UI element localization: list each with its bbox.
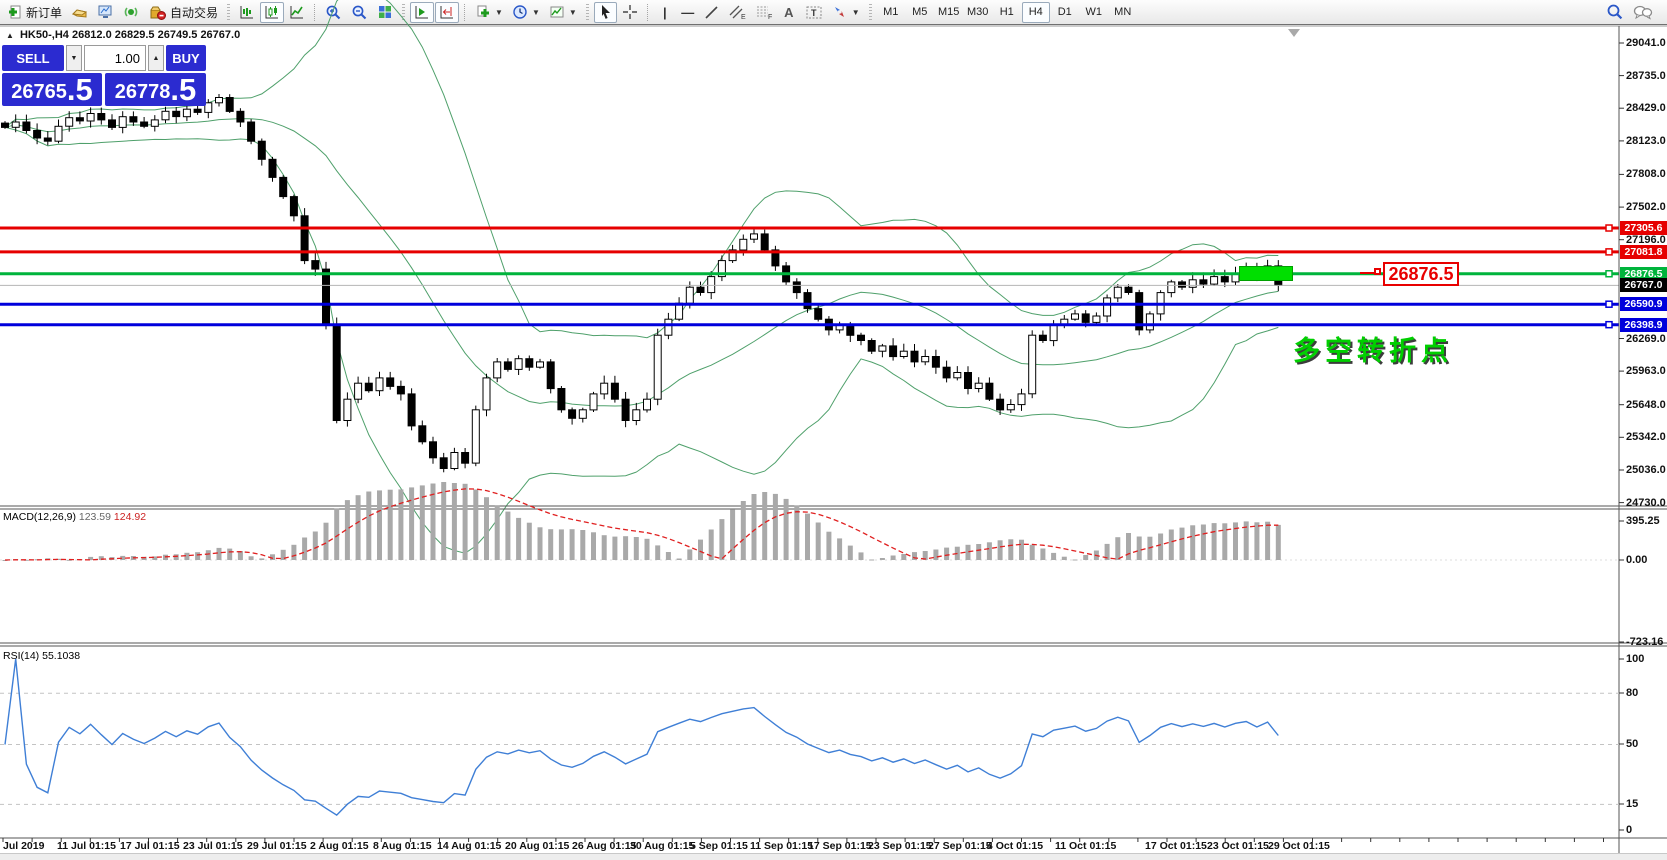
time-axis-label: 17 Jul 01:15 [120,840,180,852]
price-marker-label: 27305.6 [1620,221,1667,235]
indicator-axis-label: 80 [1626,687,1638,699]
price-marker-label: 26767.0 [1620,278,1667,292]
price-axis-label: 28429.0 [1626,102,1666,114]
chart-close: 26767.0 [200,29,240,41]
price-axis-label: 24730.0 [1626,497,1666,509]
time-axis-label: 17 Oct 01:15 [1145,840,1207,852]
chart-open: 26812.0 [72,29,112,41]
time-axis-label: 23 Sep 01:15 [868,840,932,852]
sell-price-button[interactable]: 26765.5 [2,73,102,106]
chart-low: 26749.5 [158,29,198,41]
price-axis-label: 29041.0 [1626,37,1666,49]
triangle-down-icon: ▼ [71,55,78,62]
price-callout-label: 26876.5 [1383,262,1459,286]
rsi-label: RSI(14) 55.1038 [3,650,80,662]
time-axis-label: 11 Jul 01:15 [57,840,116,852]
time-axis-label: 20 Aug 01:15 [505,840,569,852]
time-axis-label: 29 Oct 01:15 [1268,840,1330,852]
rsi-name: RSI(14) [3,650,39,662]
indicator-axis-label: 0 [1626,824,1632,836]
highlight-zone [1239,266,1293,281]
time-axis-label: 27 Sep 01:15 [928,840,992,852]
window-bottom-strip [0,853,1667,860]
callout-anchor [1374,268,1381,275]
volume-increase-button[interactable]: ▲ [148,45,164,71]
price-axis-label: 25963.0 [1626,365,1666,377]
indicator-axis-label: -723.16 [1626,636,1663,648]
price-axis-label: 25036.0 [1626,464,1666,476]
buy-price-button[interactable]: 26778.5 [105,73,206,106]
one-click-trading-panel: SELL ▼ 1.00 ▲ BUY 26765.5 26778.5 [2,45,206,106]
time-axis-label: Jul 2019 [3,840,44,852]
chart-shift-marker-icon[interactable] [1288,29,1300,37]
macd-label: MACD(12,26,9) 123.59 124.92 [3,511,146,523]
price-line-handle [1606,249,1612,255]
price-axis-label: 27502.0 [1626,201,1666,213]
price-line-handle [1606,225,1612,231]
price-axis-label: 28735.0 [1626,70,1666,82]
volume-input[interactable]: 1.00 [84,45,146,71]
macd-signal-value: 124.92 [114,511,146,523]
time-axis-label: 23 Jul 01:15 [183,840,243,852]
price-marker-label: 26590.9 [1620,297,1667,311]
macd-name: MACD(12,26,9) [3,511,76,523]
chart-collapse-icon[interactable]: ▲ [6,31,14,40]
time-axis-label: 26 Aug 01:15 [572,840,636,852]
sell-button[interactable]: SELL [2,45,64,71]
sell-price-main: 26765 [11,79,67,105]
buy-price-pip: .5 [170,74,196,105]
price-axis-label: 26269.0 [1626,333,1666,345]
indicator-axis-label: 395.25 [1626,515,1660,527]
price-axis-label: 25648.0 [1626,399,1666,411]
price-marker-label: 26398.9 [1620,318,1667,332]
chart-high: 26829.5 [115,29,155,41]
chart-symbol: HK50-,H4 [20,29,69,41]
price-axis-label: 27808.0 [1626,168,1666,180]
time-axis-label: 17 Sep 01:15 [808,840,872,852]
macd-value: 123.59 [79,511,111,523]
chart-title: ▲ HK50-,H4 26812.0 26829.5 26749.5 26767… [6,29,240,41]
chart-canvas[interactable] [0,0,1667,860]
price-line-handle [1606,322,1612,328]
time-axis-label: 11 Sep 01:15 [750,840,813,852]
price-line-handle [1606,301,1612,307]
volume-decrease-button[interactable]: ▼ [66,45,82,71]
trading-terminal: 新订单 自动交易 [0,0,1667,860]
price-axis-label: 28123.0 [1626,135,1666,147]
triangle-up-icon: ▲ [153,55,160,62]
time-axis-label: 29 Jul 01:15 [247,840,307,852]
indicator-axis-label: 50 [1626,738,1638,750]
turning-point-note: 多空转折点 [1293,329,1453,368]
price-line-handle [1606,271,1612,277]
buy-price-main: 26778 [115,79,171,105]
chart-background [0,25,1667,860]
price-axis-label: 25342.0 [1626,431,1666,443]
time-axis-label: 14 Aug 01:15 [437,840,501,852]
time-axis-label: 11 Oct 01:15 [1055,840,1116,852]
time-axis-label: 4 Oct 01:15 [987,840,1043,852]
indicator-axis-label: 100 [1626,653,1644,665]
time-axis-label: 23 Oct 01:15 [1207,840,1269,852]
rsi-value: 55.1038 [42,650,80,662]
price-marker-label: 27081.8 [1620,245,1667,259]
time-axis-label: 5 Sep 01:15 [690,840,748,852]
buy-button[interactable]: BUY [166,45,206,71]
indicator-axis-label: 15 [1626,798,1638,810]
time-axis-label: 2 Aug 01:15 [310,840,369,852]
time-axis-label: 8 Aug 01:15 [373,840,432,852]
time-axis-label: 30 Aug 01:15 [630,840,694,852]
sell-price-pip: .5 [67,74,93,105]
indicator-axis-label: 0.00 [1626,554,1647,566]
